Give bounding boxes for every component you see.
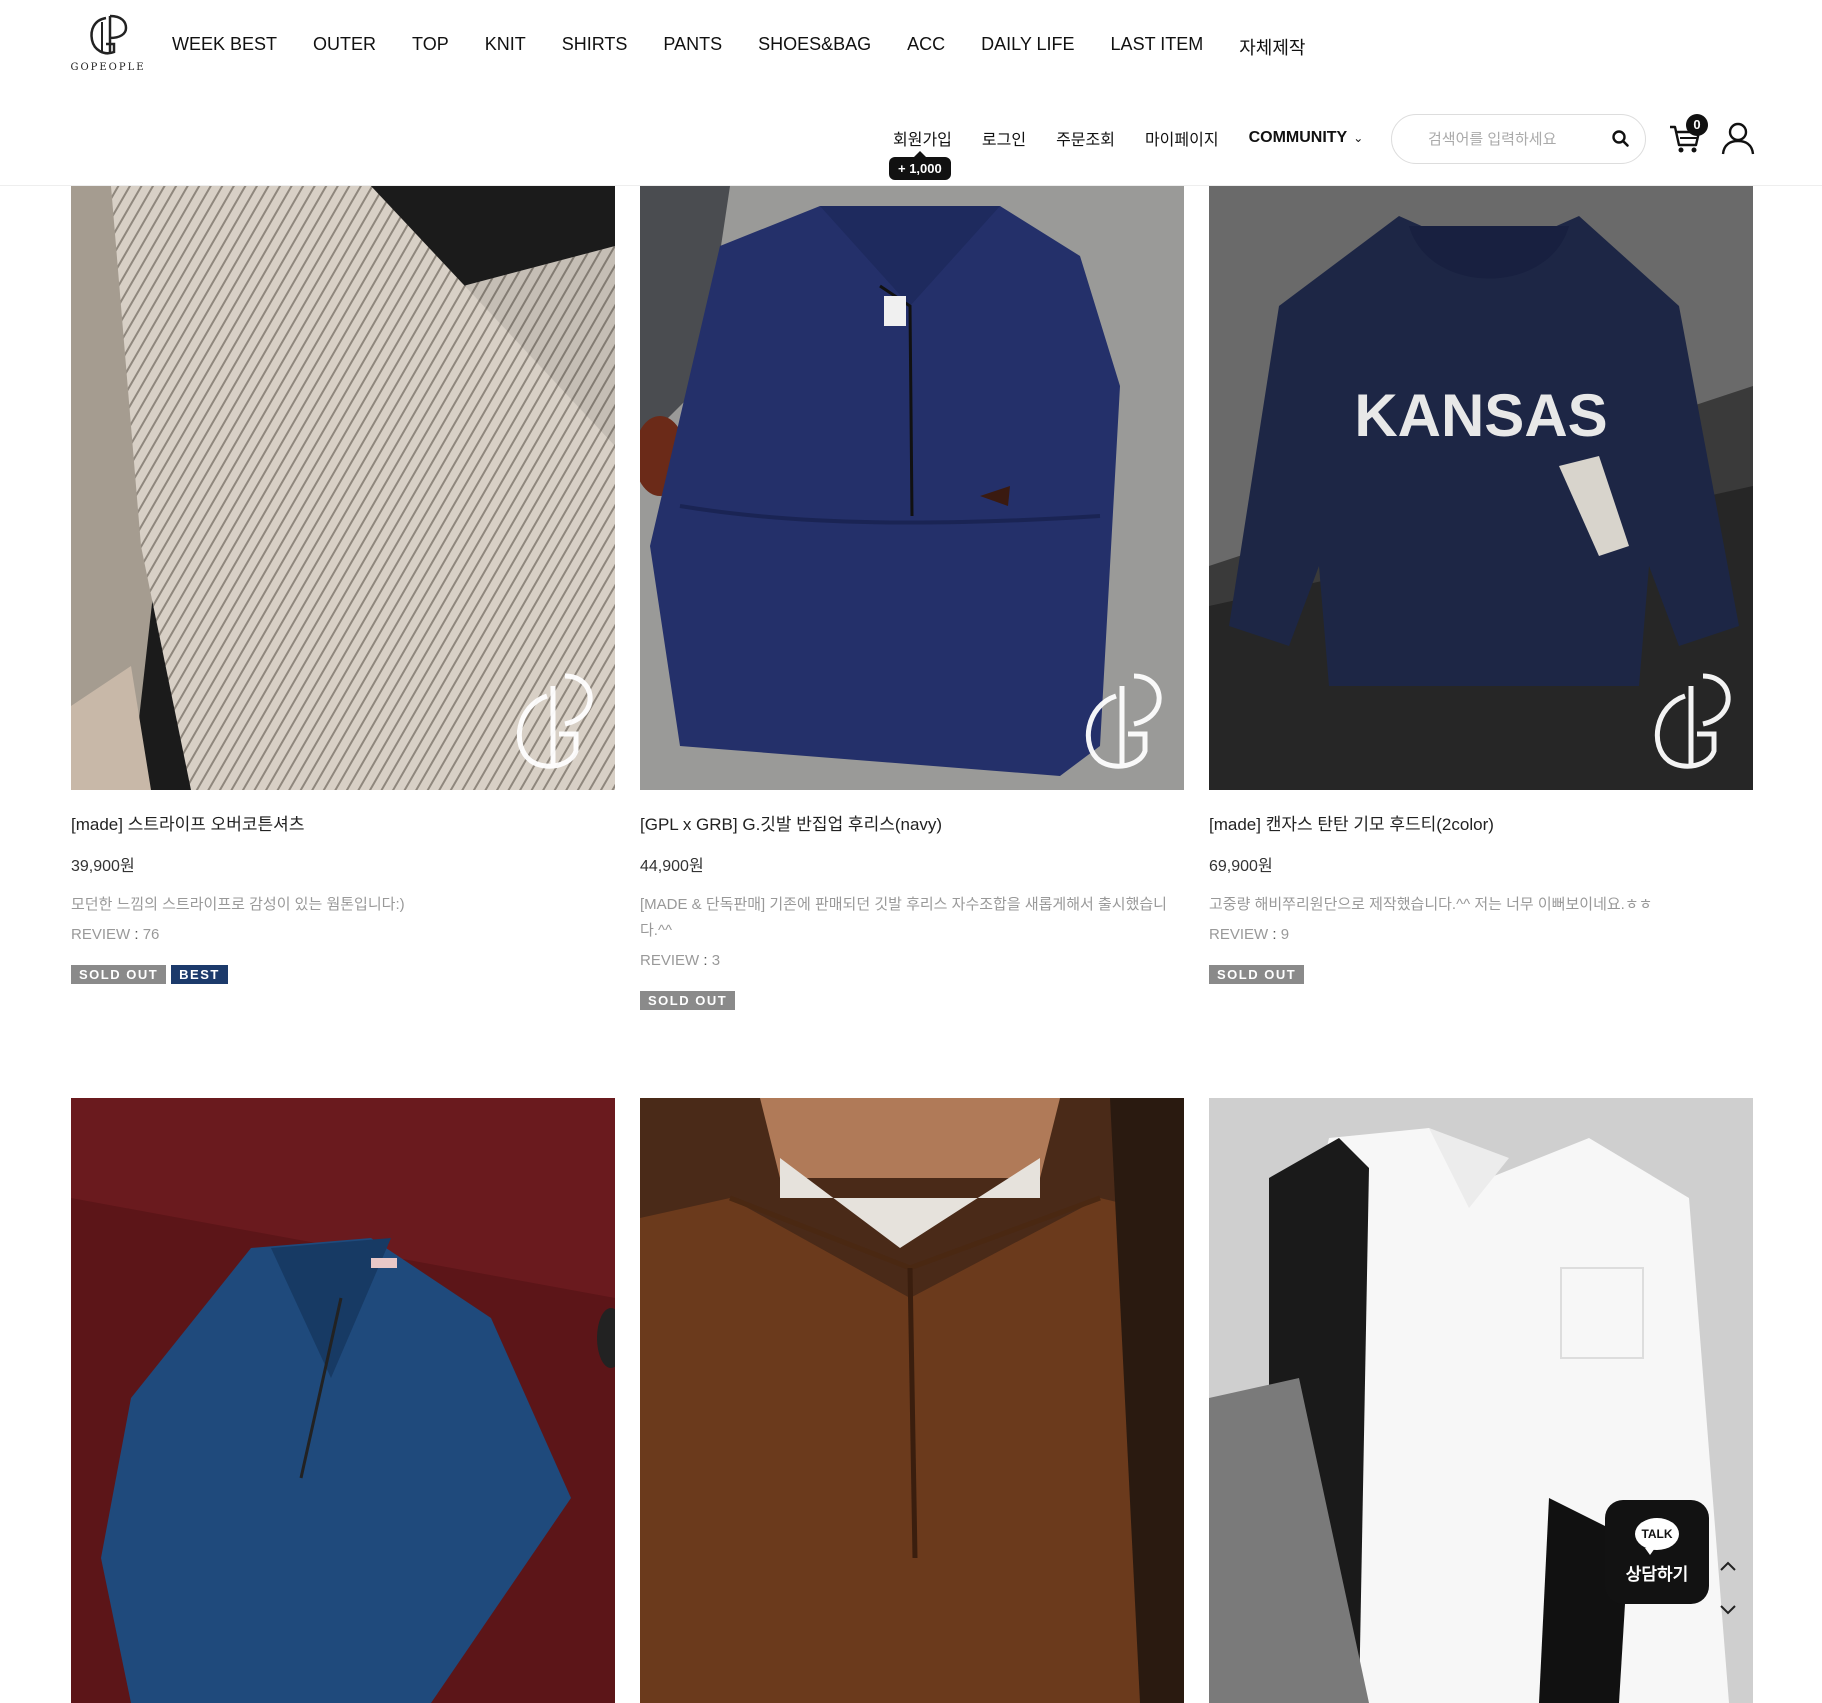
login-link[interactable]: 로그인 xyxy=(982,126,1026,150)
nav-acc[interactable]: ACC xyxy=(907,34,945,60)
nav-pants[interactable]: PANTS xyxy=(663,34,722,60)
review-number: 3 xyxy=(711,952,721,969)
product-image[interactable] xyxy=(640,186,1184,790)
nav-week-best[interactable]: WEEK BEST xyxy=(172,34,277,60)
order-lookup-link[interactable]: 주문조회 xyxy=(1056,126,1115,150)
product-description: 모던한 느낌의 스트라이프로 감성이 있는 웜톤입니다:) xyxy=(71,896,405,913)
product-description: 고중량 해비쭈리원단으로 제작했습니다.^^ 저는 너무 이뻐보이네요.ㅎㅎ xyxy=(1209,896,1653,913)
product-review-count: REVIEW : 3 xyxy=(640,952,1184,969)
product-name[interactable]: [made] 스트라이프 오버코튼셔츠 xyxy=(71,814,615,836)
product-image[interactable] xyxy=(71,1098,615,1703)
search-input[interactable] xyxy=(1428,130,1608,148)
review-number: 9 xyxy=(1280,926,1290,943)
join-link[interactable]: 회원가입 xyxy=(893,126,952,150)
review-number: 76 xyxy=(142,926,160,943)
product-review-count: REVIEW : 76 xyxy=(71,926,615,943)
product-image[interactable] xyxy=(640,1098,1184,1703)
product-price: 69,900원 xyxy=(1209,858,1273,875)
scroll-top-button[interactable] xyxy=(1714,1556,1742,1584)
nav-daily-life[interactable]: DAILY LIFE xyxy=(981,34,1074,60)
nav-own-made[interactable]: 자체제작 xyxy=(1239,34,1305,60)
scroll-bottom-button[interactable] xyxy=(1714,1600,1742,1628)
product-image[interactable]: KANSAS xyxy=(1209,186,1753,790)
review-colon: : xyxy=(130,926,143,943)
community-label: COMMUNITY xyxy=(1248,129,1348,146)
search-icon[interactable] xyxy=(1611,129,1631,149)
nav-knit[interactable]: KNIT xyxy=(485,34,526,60)
user-icon[interactable] xyxy=(1720,120,1756,156)
review-label: REVIEW xyxy=(71,926,131,943)
product-badges: SOLD OUT xyxy=(1209,965,1753,984)
product-badges: SOLD OUT BEST xyxy=(71,965,615,984)
community-menu[interactable]: COMMUNITY ⌄ xyxy=(1249,129,1364,147)
chevron-down-icon: ⌄ xyxy=(1353,131,1364,145)
sold-out-badge: SOLD OUT xyxy=(640,991,736,1010)
product-image[interactable] xyxy=(71,186,615,790)
review-label: REVIEW xyxy=(640,952,700,969)
product-name[interactable]: [GPL x GRB] G.깃발 반집업 후리스(navy) xyxy=(640,814,1184,836)
nav-last-item[interactable]: LAST ITEM xyxy=(1111,34,1204,60)
product-info: [made] 캔자스 탄탄 기모 후드티(2color) 69,900원 고중량… xyxy=(1209,814,1753,984)
site-header: GOPEOPLE WEEK BEST OUTER TOP KNIT SHIRTS… xyxy=(0,0,1822,186)
nav-shoes-bag[interactable]: SHOES&BAG xyxy=(758,34,871,60)
talk-label: 상담하기 xyxy=(1625,1565,1689,1584)
nav-outer[interactable]: OUTER xyxy=(313,34,376,60)
product-description: [MADE & 단독판매] 기존에 판매되던 깃발 후리스 자수조합을 새롭게해… xyxy=(640,896,1167,939)
kakao-talk-consult-button[interactable]: TALK 상담하기 xyxy=(1605,1500,1709,1604)
join-reward-badge: + 1,000 xyxy=(889,151,951,180)
logo-monogram-icon xyxy=(90,14,128,55)
cart-button[interactable]: 0 xyxy=(1668,114,1708,158)
product-review-count: REVIEW : 9 xyxy=(1209,926,1753,943)
mypage-link[interactable]: 마이페이지 xyxy=(1145,126,1219,150)
review-colon: : xyxy=(1268,926,1281,943)
search-box xyxy=(1391,114,1646,164)
product-info: [GPL x GRB] G.깃발 반집업 후리스(navy) 44,900원 [… xyxy=(640,814,1184,1010)
review-label: REVIEW xyxy=(1209,926,1269,943)
kansas-print: KANSAS xyxy=(1354,382,1607,449)
brand-name: GOPEOPLE xyxy=(70,62,146,73)
talk-bubble-icon: TALK xyxy=(1635,1518,1679,1555)
best-badge: BEST xyxy=(171,965,228,984)
sold-out-badge: SOLD OUT xyxy=(71,965,167,984)
product-price: 39,900원 xyxy=(71,858,135,875)
product-price: 44,900원 xyxy=(640,858,704,875)
main-navigation: WEEK BEST OUTER TOP KNIT SHIRTS PANTS SH… xyxy=(172,34,1342,60)
nav-top[interactable]: TOP xyxy=(412,34,449,60)
product-name[interactable]: [made] 캔자스 탄탄 기모 후드티(2color) xyxy=(1209,814,1753,836)
product-info: [made] 스트라이프 오버코튼셔츠 39,900원 모던한 느낌의 스트라이… xyxy=(71,814,615,984)
sold-out-badge: SOLD OUT xyxy=(1209,965,1305,984)
brand-logo[interactable]: GOPEOPLE xyxy=(68,12,148,80)
nav-shirts[interactable]: SHIRTS xyxy=(562,34,628,60)
chevron-up-icon xyxy=(1720,1561,1736,1571)
cart-count-badge: 0 xyxy=(1686,114,1708,136)
product-image[interactable] xyxy=(1209,1098,1753,1703)
utility-menu: 회원가입 로그인 주문조회 마이페이지 COMMUNITY ⌄ xyxy=(893,126,1363,150)
product-badges: SOLD OUT xyxy=(640,991,1184,1010)
review-colon: : xyxy=(699,952,712,969)
chevron-down-icon xyxy=(1720,1605,1736,1615)
